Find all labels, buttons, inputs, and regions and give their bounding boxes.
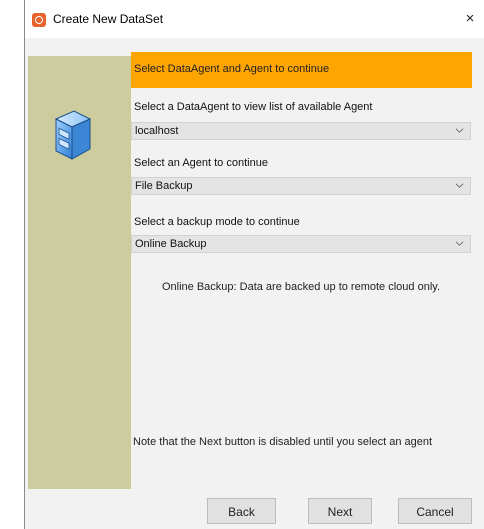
backup-mode-select-value: Online Backup	[135, 238, 207, 250]
backup-mode-label: Select a backup mode to continue	[134, 216, 300, 228]
chevron-down-icon	[455, 241, 464, 246]
close-button[interactable]: ×	[459, 8, 481, 30]
dataagent-select[interactable]: localhost	[131, 122, 471, 140]
next-button[interactable]: Next	[308, 498, 372, 524]
app-icon	[32, 13, 46, 27]
title-bar: Create New DataSet ×	[25, 0, 484, 38]
agent-select-value: File Backup	[135, 180, 193, 192]
dataagent-label: Select a DataAgent to view list of avail…	[134, 101, 373, 113]
create-dataset-dialog: Create New DataSet × Select DataAgent an…	[24, 0, 484, 529]
database-icon	[54, 110, 92, 160]
dialog-content: Select DataAgent and Agent to continue S…	[25, 38, 484, 529]
banner-text: Select DataAgent and Agent to continue	[134, 63, 330, 75]
header-banner: Select DataAgent and Agent to continue	[131, 52, 472, 88]
backup-mode-info: Online Backup: Data are backed up to rem…	[161, 281, 440, 293]
agent-label: Select an Agent to continue	[134, 157, 268, 169]
next-disabled-note: Note that the Next button is disabled un…	[133, 436, 433, 448]
chevron-down-icon	[455, 128, 464, 133]
chevron-down-icon	[455, 183, 464, 188]
side-panel	[28, 56, 131, 489]
back-button[interactable]: Back	[207, 498, 276, 524]
dataagent-select-value: localhost	[135, 125, 179, 137]
backup-mode-select[interactable]: Online Backup	[131, 235, 471, 253]
agent-select[interactable]: File Backup	[131, 177, 471, 195]
window-title: Create New DataSet	[53, 12, 164, 26]
cancel-button[interactable]: Cancel	[398, 498, 472, 524]
